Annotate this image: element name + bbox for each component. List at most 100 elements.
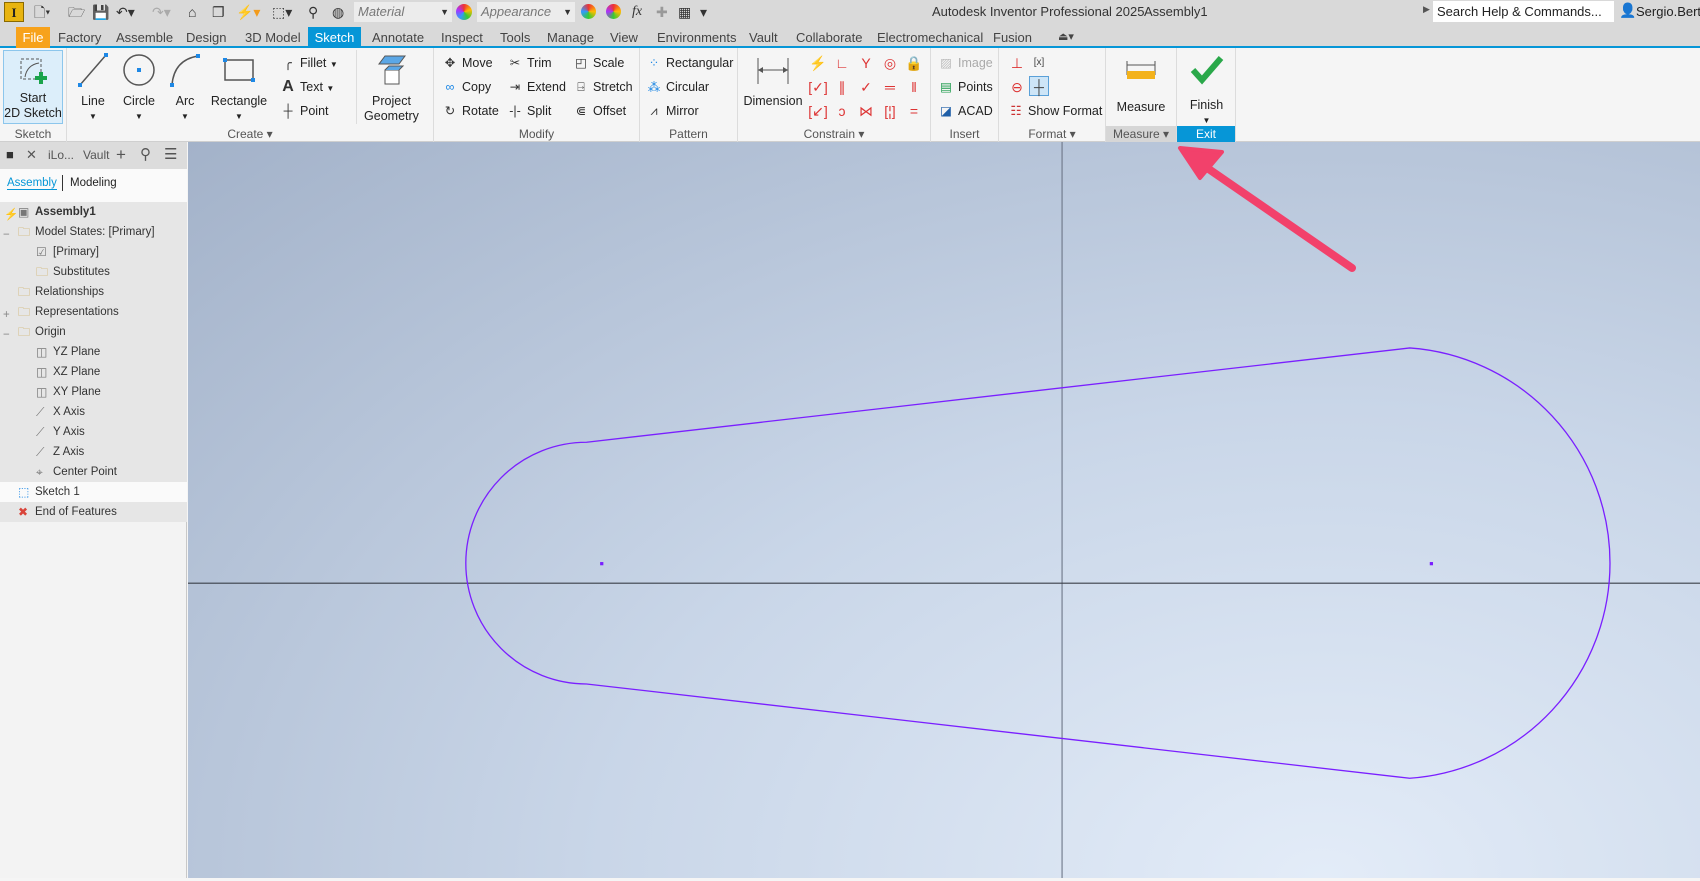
tab-vault[interactable]: Vault xyxy=(743,27,784,48)
tree-item[interactable]: 🗀 + Representations xyxy=(0,302,187,322)
measure-button[interactable]: Measure xyxy=(1110,50,1172,115)
finish-sketch-button[interactable]: Finish ▼ xyxy=(1179,50,1234,128)
collapse-icon[interactable]: − xyxy=(3,225,18,241)
add-icon[interactable]: ✚ xyxy=(656,3,668,21)
tab-vault-browser[interactable]: Vault xyxy=(83,145,109,165)
text-button[interactable]: A Text ▼ xyxy=(279,77,334,97)
tab-fusion[interactable]: Fusion xyxy=(987,27,1038,48)
stretch-button[interactable]: ⍈ Stretch xyxy=(572,77,632,97)
coincident-constraint-icon[interactable]: [✓] xyxy=(808,77,828,97)
tree-item[interactable]: ✖ End of Features xyxy=(0,502,187,522)
smooth-constraint-icon[interactable]: ↄ xyxy=(832,101,852,121)
tab-ilogic[interactable]: iLo... xyxy=(48,145,82,165)
rotate-button[interactable]: ↻ Rotate xyxy=(441,101,499,121)
copy-button[interactable]: ∞ Copy xyxy=(441,77,492,97)
collapse-icon[interactable]: − xyxy=(3,325,18,341)
parameters-fx-icon[interactable]: fx xyxy=(632,3,642,21)
tab-3d-model[interactable]: 3D Model xyxy=(239,27,307,48)
tab-file[interactable]: File xyxy=(16,27,50,48)
constraint-settings-icon[interactable]: [↙] xyxy=(808,101,828,121)
tab-electromechanical[interactable]: Electromechanical xyxy=(871,27,989,48)
panel-label-format[interactable]: Format ▾ xyxy=(999,126,1105,142)
home-icon[interactable]: ⌂ xyxy=(188,3,196,21)
app-logo[interactable]: I xyxy=(4,2,24,22)
horizontal-constraint-icon[interactable]: ═ xyxy=(880,77,900,97)
panel-label-create[interactable]: Create ▾ xyxy=(67,126,433,142)
tree-item[interactable]: ⬚ Sketch 1 xyxy=(0,482,187,502)
expand-search-icon[interactable]: ▶ xyxy=(1423,4,1430,15)
model-tab-icon[interactable]: ■ xyxy=(6,145,14,165)
tree-item[interactable]: 🗀 Substitutes xyxy=(0,262,187,282)
update-icon[interactable]: ⚡▾ xyxy=(236,3,260,21)
image-button[interactable]: ▨ Image xyxy=(937,53,993,73)
expand-icon[interactable]: + xyxy=(3,305,18,321)
construction-icon[interactable]: ⊥ xyxy=(1007,53,1027,73)
tree-item[interactable]: ⌖ Center Point xyxy=(0,462,187,482)
save-icon[interactable]: 💾 xyxy=(92,3,109,21)
search-icon[interactable]: ⚲ xyxy=(140,145,151,165)
rectangular-pattern-button[interactable]: ⁘ Rectangular xyxy=(645,53,734,73)
center-point-toggle-icon[interactable]: ┼ xyxy=(1029,76,1049,96)
tree-item[interactable]: ⟋ Y Axis xyxy=(0,422,187,442)
symmetric-constraint-icon[interactable]: ⋈ xyxy=(856,101,876,121)
panel-label-measure[interactable]: Measure ▾ xyxy=(1106,126,1176,142)
mirror-button[interactable]: ⩘ Mirror xyxy=(645,101,698,121)
acad-button[interactable]: ◪ ACAD xyxy=(937,101,993,121)
points-button[interactable]: ▤ Points xyxy=(937,77,993,97)
customize-qat-icon[interactable]: ▾ xyxy=(700,3,707,21)
tab-manage[interactable]: Manage xyxy=(541,27,600,48)
adjust-appearance-icon[interactable] xyxy=(581,4,596,19)
search-help-input[interactable]: Search Help & Commands... xyxy=(1433,1,1614,22)
tree-item[interactable]: ⟋ Z Axis xyxy=(0,442,187,462)
update-icon[interactable]: ⚡ xyxy=(4,205,19,221)
ilogic-icon[interactable]: ▦ xyxy=(678,3,691,21)
open-icon[interactable]: 🗁 xyxy=(68,3,85,21)
collinear-constraint-icon[interactable]: ✓ xyxy=(856,77,876,97)
properties-icon[interactable]: ❐ xyxy=(212,3,225,21)
add-icon[interactable]: + xyxy=(116,145,126,165)
tab-design[interactable]: Design xyxy=(180,27,232,48)
tree-item[interactable]: 🗀 Relationships xyxy=(0,282,187,302)
new-icon[interactable]: 🗋▾ xyxy=(34,3,50,21)
left-arc-center-point[interactable] xyxy=(600,562,604,566)
measure-quick-icon[interactable]: ⚲ xyxy=(308,3,318,21)
close-icon[interactable]: ✕ xyxy=(26,145,37,165)
fillet-button[interactable]: ╭ Fillet ▼ xyxy=(279,53,338,73)
tab-sketch[interactable]: Sketch xyxy=(308,27,361,48)
dimension-button[interactable]: Dimension xyxy=(742,50,804,109)
fix-constraint-icon[interactable]: 🔒 xyxy=(904,53,924,73)
view-assembly[interactable]: Assembly xyxy=(7,177,57,190)
tab-collaborate[interactable]: Collaborate xyxy=(790,27,869,48)
scale-button[interactable]: ◰ Scale xyxy=(572,53,624,73)
tree-item[interactable]: ⟋ X Axis xyxy=(0,402,187,422)
view-modeling[interactable]: Modeling xyxy=(70,177,117,189)
split-button[interactable]: -|- Split xyxy=(506,101,551,121)
start-2d-sketch-button[interactable]: Start 2D Sketch xyxy=(3,50,63,124)
tree-item[interactable]: 🗀 − Model States: [Primary] xyxy=(0,222,187,242)
menu-icon[interactable]: ☰ xyxy=(164,145,177,165)
redo-icon[interactable]: ↷▾ xyxy=(152,3,171,21)
tab-tools[interactable]: Tools xyxy=(494,27,536,48)
material-dropdown[interactable]: Material ▼ xyxy=(354,2,452,22)
centerline-icon[interactable]: ⊖ xyxy=(1007,77,1027,97)
sketch-slot-profile[interactable] xyxy=(465,347,1611,779)
clear-appearance-icon[interactable] xyxy=(606,4,621,19)
tab-factory[interactable]: Factory xyxy=(52,27,107,48)
user-name[interactable]: Sergio.Berti xyxy=(1636,4,1700,19)
project-geometry-button[interactable]: Project Geometry xyxy=(356,50,426,124)
graphics-canvas[interactable] xyxy=(188,142,1700,878)
ribbon-display-options-icon[interactable]: ⏏▾ xyxy=(1052,27,1080,48)
arc-button[interactable]: Arc ▼ xyxy=(165,50,205,124)
tree-item[interactable]: ◫ XZ Plane xyxy=(0,362,187,382)
tree-item[interactable]: ◫ YZ Plane xyxy=(0,342,187,362)
tree-item[interactable]: ◫ XY Plane xyxy=(0,382,187,402)
tangent-constraint-icon[interactable]: Y xyxy=(856,53,876,73)
circular-pattern-button[interactable]: ⁂ Circular xyxy=(645,77,709,97)
line-button[interactable]: Line ▼ xyxy=(73,50,113,124)
show-constraints-icon[interactable]: [¦] xyxy=(880,101,900,121)
concentric-constraint-icon[interactable]: ◎ xyxy=(880,53,900,73)
move-button[interactable]: ✥ Move xyxy=(441,53,493,73)
tab-annotate[interactable]: Annotate xyxy=(366,27,430,48)
appearance-dropdown[interactable]: Appearance ▼ xyxy=(477,2,575,22)
tab-environments[interactable]: Environments xyxy=(651,27,742,48)
